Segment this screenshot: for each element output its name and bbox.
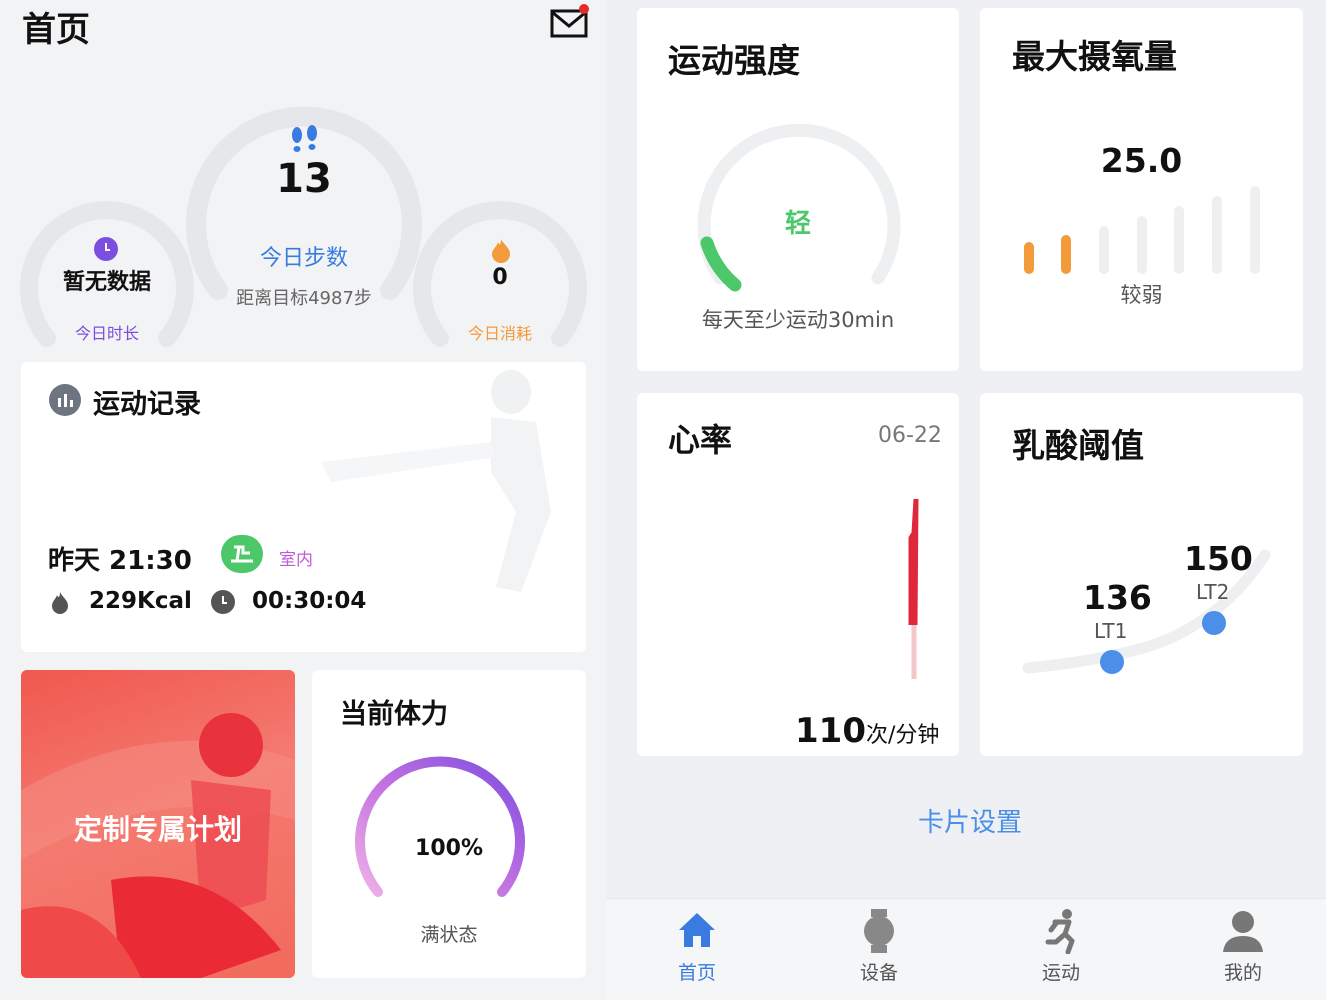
stamina-percent: 100%: [415, 836, 483, 861]
heart-rate-unit: 次/分钟: [865, 723, 940, 748]
activity-rings: [20, 106, 587, 347]
indoor-bike-icon: [221, 535, 263, 573]
nav-device-label: 设备: [859, 962, 898, 984]
vo2max-title: 最大摄氧量: [1012, 37, 1177, 76]
workout-duration: 00:30:04: [252, 588, 367, 614]
watch-icon: [819, 908, 939, 958]
calories-value: 0: [492, 265, 508, 290]
stamina-gauge: [355, 756, 525, 897]
nav-me-label: 我的: [1223, 962, 1262, 984]
workout-kcal: 229Kcal: [89, 588, 192, 614]
vo2max-value: 25.0: [1100, 141, 1183, 180]
nav-exercise-label: 运动: [1041, 962, 1080, 984]
heart-rate-graph: [908, 498, 919, 679]
nav-home-label: 首页: [677, 962, 716, 984]
vo2max-bars: [1024, 186, 1260, 274]
nav-exercise[interactable]: 运动: [1001, 908, 1121, 985]
flame-icon: [49, 590, 71, 614]
indoor-badge: 室内: [279, 550, 313, 570]
duration-value: 暂无数据: [62, 270, 151, 295]
clock-icon: [211, 590, 235, 614]
heart-rate-card[interactable]: 心率 06-22 110次/分钟: [637, 393, 959, 756]
heart-rate-readout: 110次/分钟: [795, 711, 939, 751]
mail-icon[interactable]: [550, 4, 590, 40]
running-icon: [1001, 908, 1121, 958]
lactate-threshold-card[interactable]: 乳酸阈值 136 LT1 150 LT2: [980, 393, 1303, 756]
page-title: 首页: [22, 10, 90, 50]
clock-icon: [94, 237, 118, 261]
flame-icon: [490, 237, 512, 263]
nav-device[interactable]: 设备: [819, 908, 939, 985]
card-settings-link[interactable]: 卡片设置: [870, 802, 1070, 839]
chart-icon: [49, 384, 81, 416]
workout-record-card[interactable]: 运动记录 昨天 21:30 室内 229Kcal 00:30:04: [21, 362, 586, 652]
intensity-title: 运动强度: [668, 41, 800, 80]
steps-goal: 距离目标4987步: [236, 288, 372, 309]
steps-value: 13: [276, 156, 332, 202]
stamina-card[interactable]: 当前体力 100% 满状态: [312, 670, 586, 978]
person-icon: [1183, 908, 1303, 958]
custom-plan-card[interactable]: 定制专属计划: [21, 670, 295, 978]
home-icon: [637, 908, 757, 958]
lactate-title: 乳酸阈值: [1012, 426, 1144, 465]
heart-rate-title: 心率: [668, 421, 733, 459]
intensity-level: 轻: [784, 209, 811, 239]
lt2-label: LT2: [1196, 580, 1230, 604]
workout-record-title: 运动记录: [93, 389, 201, 420]
lt1-value: 136: [1083, 578, 1152, 617]
nav-home[interactable]: 首页: [637, 908, 757, 985]
footprints-icon: [288, 125, 322, 155]
lt2-value: 150: [1184, 539, 1253, 578]
intensity-card[interactable]: 运动强度 轻 每天至少运动30min: [637, 8, 959, 371]
heart-rate-date: 06-22: [878, 423, 942, 448]
custom-plan-text: 定制专属计划: [73, 813, 242, 846]
heart-rate-value: 110: [795, 711, 866, 751]
intensity-note: 每天至少运动30min: [701, 308, 895, 332]
lt1-label: LT1: [1094, 619, 1128, 643]
duration-label: 今日时长: [74, 324, 139, 343]
workout-time: 昨天 21:30: [48, 546, 192, 576]
steps-label: 今日步数: [259, 246, 348, 271]
vo2max-card[interactable]: 最大摄氧量 25.0 较弱: [980, 8, 1303, 371]
calories-label: 今日消耗: [467, 324, 532, 343]
stamina-title: 当前体力: [340, 699, 448, 730]
vo2max-rating: 较弱: [1120, 283, 1163, 307]
stamina-status: 满状态: [420, 924, 478, 946]
nav-me[interactable]: 我的: [1183, 908, 1303, 985]
